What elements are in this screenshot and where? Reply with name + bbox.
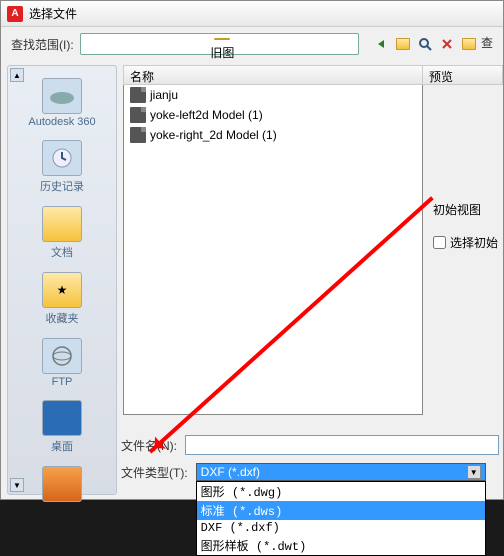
filetype-text: DXF (*.dxf) bbox=[201, 465, 260, 479]
checkbox-label: 选择初始 bbox=[450, 234, 498, 251]
folder-icon bbox=[214, 38, 230, 40]
file-row[interactable]: yoke-right_2d Model (1) bbox=[124, 125, 422, 145]
initview-checkbox[interactable]: 选择初始 bbox=[433, 234, 503, 251]
filetype-option[interactable]: DXF (*.dxf) bbox=[197, 520, 485, 536]
dxf-file-icon bbox=[130, 87, 146, 103]
folder-icon bbox=[42, 206, 82, 242]
ftp-icon bbox=[42, 338, 82, 374]
file-row[interactable]: yoke-left2d Model (1) bbox=[124, 105, 422, 125]
sidebar-scroll-down[interactable]: ▼ bbox=[10, 478, 24, 492]
filetype-selected[interactable]: DXF (*.dxf) ▼ bbox=[196, 463, 486, 481]
bottom-controls: 文件名(N): 文件类型(T): DXF (*.dxf) ▼ 图形 (*.dwg… bbox=[121, 427, 499, 481]
dxf-file-icon bbox=[130, 127, 146, 143]
file-dialog: A 选择文件 查找范围(I): 旧图 ▼ 查 ▲ Autodesk 360 bbox=[0, 0, 504, 500]
filetype-dropdown: 图形 (*.dwg) 标准 (*.dws) DXF (*.dxf) 图形样板 (… bbox=[196, 481, 486, 556]
col-name[interactable]: 名称 bbox=[123, 65, 423, 85]
place-autodesk[interactable]: Autodesk 360 bbox=[12, 74, 112, 132]
place-label: 历史记录 bbox=[40, 178, 84, 194]
place-label: Autodesk 360 bbox=[28, 116, 95, 128]
up-button[interactable] bbox=[393, 34, 413, 54]
nav-buttons: 查 bbox=[371, 34, 493, 54]
places-sidebar: ▲ Autodesk 360 历史记录 文档 ★ 收藏夹 FTP bbox=[7, 65, 117, 495]
views-button[interactable]: 查 bbox=[481, 34, 493, 54]
cloud-icon bbox=[42, 78, 82, 114]
filetype-option[interactable]: 图形 (*.dwg) bbox=[197, 482, 485, 501]
place-ftp[interactable]: FTP bbox=[12, 334, 112, 392]
file-name: jianju bbox=[150, 88, 178, 102]
place-extra[interactable] bbox=[12, 462, 112, 506]
titlebar: A 选择文件 bbox=[1, 1, 503, 27]
window-title: 选择文件 bbox=[29, 5, 77, 22]
initview-label: 初始视图 bbox=[433, 195, 503, 224]
lookin-value: 旧图 bbox=[210, 44, 234, 61]
desktop-icon bbox=[42, 400, 82, 436]
autocad-icon: A bbox=[7, 6, 23, 22]
place-label: 收藏夹 bbox=[46, 310, 79, 326]
place-history[interactable]: 历史记录 bbox=[12, 136, 112, 198]
place-docs[interactable]: 文档 bbox=[12, 202, 112, 264]
file-row[interactable]: jianju bbox=[124, 85, 422, 105]
place-desktop[interactable]: 桌面 bbox=[12, 396, 112, 458]
newfolder-button[interactable] bbox=[459, 34, 479, 54]
chevron-down-icon[interactable]: ▼ bbox=[467, 465, 481, 479]
folder-icon bbox=[42, 466, 82, 502]
filetype-option[interactable]: 图形样板 (*.dwt) bbox=[197, 536, 485, 555]
file-name: yoke-left2d Model (1) bbox=[150, 108, 263, 122]
lookin-label: 查找范围(I): bbox=[11, 36, 74, 53]
filetype-combo[interactable]: DXF (*.dxf) ▼ 图形 (*.dwg) 标准 (*.dws) DXF … bbox=[196, 463, 486, 481]
back-button[interactable] bbox=[371, 34, 391, 54]
history-icon bbox=[42, 140, 82, 176]
file-list[interactable]: jianju yoke-left2d Model (1) yoke-right_… bbox=[123, 85, 423, 415]
search-button[interactable] bbox=[415, 34, 435, 54]
preview-pane: 初始视图 选择初始 bbox=[433, 65, 503, 251]
filename-label: 文件名(N): bbox=[121, 437, 177, 454]
place-label: 文档 bbox=[51, 244, 73, 260]
checkbox-input[interactable] bbox=[433, 236, 446, 249]
place-label: 桌面 bbox=[51, 438, 73, 454]
delete-button[interactable] bbox=[437, 34, 457, 54]
folder-star-icon: ★ bbox=[42, 272, 82, 308]
sidebar-scroll-up[interactable]: ▲ bbox=[10, 68, 24, 82]
toolbar: 查找范围(I): 旧图 ▼ 查 bbox=[1, 27, 503, 61]
dxf-file-icon bbox=[130, 107, 146, 123]
place-label: FTP bbox=[52, 376, 73, 388]
place-fav[interactable]: ★ 收藏夹 bbox=[12, 268, 112, 330]
lookin-combo[interactable]: 旧图 ▼ bbox=[80, 33, 359, 55]
file-name: yoke-right_2d Model (1) bbox=[150, 128, 277, 142]
filename-input[interactable] bbox=[185, 435, 499, 455]
filetype-label: 文件类型(T): bbox=[121, 464, 188, 481]
